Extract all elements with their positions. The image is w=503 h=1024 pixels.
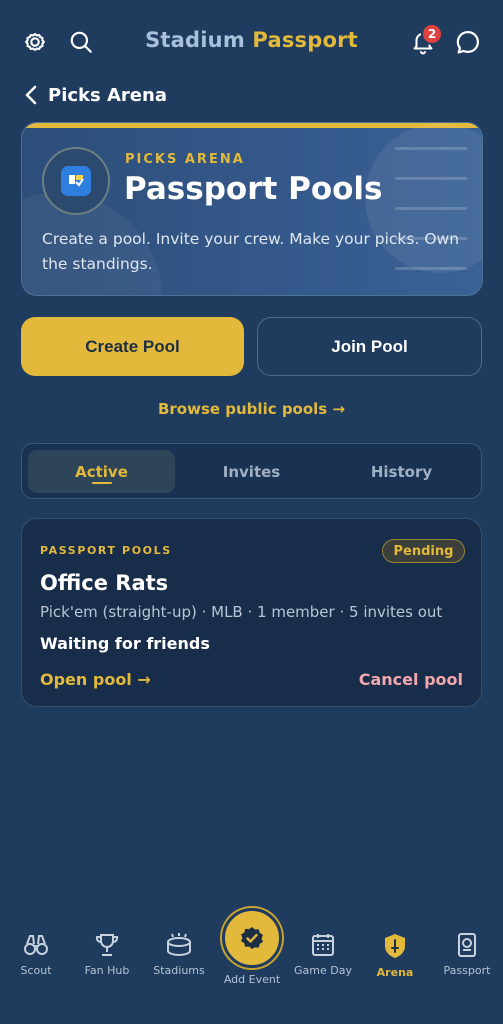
bottom-nav: Scout Fan Hub Stadiums Add Event Game Da… <box>0 908 503 1024</box>
pool-meta: Pick'em (straight-up) · MLB · 1 member ·… <box>40 603 443 621</box>
nav-label: Fan Hub <box>84 964 130 977</box>
hero-card: PICKS ARENA Passport Pools Create a pool… <box>21 122 483 296</box>
add-event-button[interactable] <box>222 908 282 968</box>
hero-title: Passport Pools <box>124 171 383 207</box>
nav-item-fan-hub[interactable]: Fan Hub <box>72 932 142 977</box>
nav-label: Passport <box>443 964 491 977</box>
nav-label: Scout <box>20 964 52 977</box>
app-title-part2: Passport <box>252 28 358 52</box>
passport-icon <box>458 933 476 957</box>
tab-label: History <box>370 462 433 481</box>
cancel-pool-link[interactable]: Cancel pool <box>359 670 463 689</box>
pool-emblem <box>42 147 110 215</box>
back-label: Picks Arena <box>48 84 167 106</box>
tab-invites[interactable]: Invites <box>178 450 325 493</box>
pool-status: Waiting for friends <box>40 634 210 653</box>
nav-label: Game Day <box>294 964 352 977</box>
tab-underline <box>91 482 112 484</box>
top-bar: Stadium Passport 2 <box>0 0 503 84</box>
trophy-icon <box>95 934 119 956</box>
stadium-icon <box>167 933 191 957</box>
app-title-part1: Stadium <box>145 28 245 52</box>
nav-item-stadiums[interactable]: Stadiums <box>144 932 214 977</box>
shield-icon <box>385 934 405 958</box>
pool-kicker: PASSPORT POOLS <box>40 544 172 557</box>
hero-kicker: PICKS ARENA <box>125 152 245 167</box>
nav-item-game-day[interactable]: Game Day <box>288 932 358 977</box>
referee-icon <box>61 166 91 196</box>
hero-decor-stripe <box>395 207 467 210</box>
notification-count-badge: 2 <box>421 23 443 45</box>
hero-description: Create a pool. Invite your crew. Make yo… <box>42 230 460 273</box>
nav-item-scout[interactable]: Scout <box>1 932 71 977</box>
status-badge: Pending <box>382 539 465 563</box>
chat-bubble-icon[interactable] <box>453 27 483 57</box>
nav-label: Arena <box>376 966 414 979</box>
tab-active[interactable]: Active <box>28 450 175 493</box>
calendar-icon <box>312 934 334 956</box>
pool-card: PASSPORT POOLS Pending Office Rats Pick'… <box>21 518 482 707</box>
join-pool-button[interactable]: Join Pool <box>257 317 482 376</box>
tab-history[interactable]: History <box>328 450 475 493</box>
tab-label: Invites <box>222 462 281 481</box>
create-pool-button[interactable]: Create Pool <box>21 317 244 376</box>
check-badge-icon <box>241 927 263 949</box>
nav-item-arena[interactable]: Arena <box>360 932 430 979</box>
hero-decor-stripe <box>395 147 467 150</box>
hero-decor-stripe <box>395 177 467 180</box>
back-button[interactable]: Picks Arena <box>24 82 167 108</box>
chevron-left-icon <box>25 85 37 105</box>
pool-name: Office Rats <box>40 571 169 595</box>
binoculars-icon <box>24 935 48 955</box>
open-pool-link[interactable]: Open pool → <box>40 670 151 689</box>
pool-tabs: Active Invites History <box>21 443 482 499</box>
browse-public-pools-link[interactable]: Browse public pools → <box>0 400 503 418</box>
tab-label: Active <box>75 462 128 481</box>
nav-item-passport[interactable]: Passport <box>432 932 502 977</box>
add-event-label: Add Event <box>223 973 281 986</box>
nav-label: Stadiums <box>153 964 205 977</box>
